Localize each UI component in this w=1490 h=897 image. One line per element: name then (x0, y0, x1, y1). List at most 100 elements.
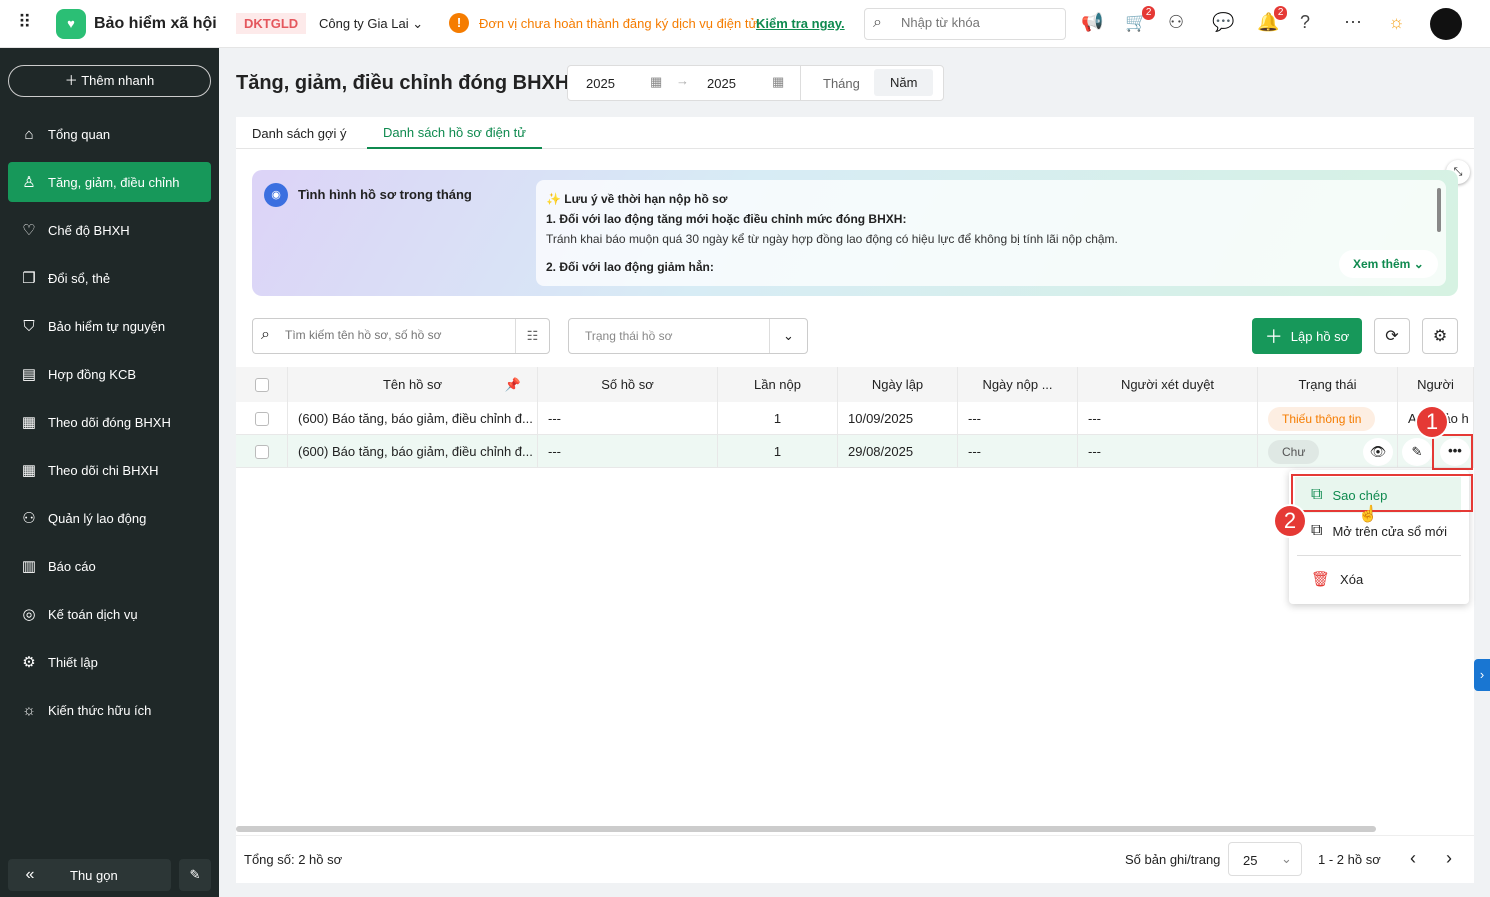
period-year-toggle[interactable]: Năm (874, 69, 934, 96)
prev-page-icon[interactable]: ‹ (1410, 848, 1416, 869)
year-from[interactable]: 2025 (586, 76, 615, 91)
arrow-right-icon: → (676, 73, 689, 88)
row-select-cell (236, 402, 288, 435)
edit-icon[interactable]: ✎ (179, 859, 211, 891)
quick-add-label: Thêm nhanh (81, 73, 155, 88)
create-record-button[interactable]: ＋ Lập hồ sơ (1252, 318, 1362, 354)
notification-badge: 2 (1273, 6, 1288, 20)
table-cell: --- (538, 435, 718, 468)
tab-suggested-list[interactable]: Danh sách gợi ý (252, 126, 347, 141)
sidebar-item-label: Quản lý lao động (48, 510, 147, 526)
see-more-label: Xem thêm (1353, 257, 1411, 271)
sidebar-item-label: Theo dõi chi BHXH (48, 462, 159, 478)
menu-item-open-new-window[interactable]: ⧉ Mở trên cửa sổ mới (1295, 513, 1461, 549)
sidebar-item[interactable]: ⛉ Bảo hiểm tự nguyện (8, 306, 211, 346)
next-page-icon[interactable]: › (1446, 848, 1452, 869)
company-selector[interactable]: Công ty Gia Lai ⌄ (319, 16, 423, 32)
column-header-label: Ngày lập (871, 377, 924, 392)
refresh-icon[interactable]: ⟳ (1374, 318, 1410, 354)
add-user-icon[interactable]: ⚇ (1168, 12, 1184, 33)
column-header[interactable]: Người (1398, 367, 1474, 402)
notice-heading: Lưu ý về thời hạn nộp hồ sơ (564, 192, 728, 206)
column-header[interactable]: Người xét duyệt (1078, 367, 1258, 402)
sidebar-item[interactable]: ⚇ Quản lý lao động (8, 498, 211, 538)
sidebar-item-label: Tổng quan (48, 126, 111, 142)
column-header[interactable]: Số hồ sơ (538, 367, 718, 402)
table-cell: --- (538, 402, 718, 435)
expand-right-icon[interactable]: › (1474, 659, 1490, 691)
per-page-select[interactable]: 25 ⌄ (1228, 842, 1302, 876)
sidebar-item-icon: ◎ (22, 606, 36, 623)
sidebar-item-icon: ▦ (21, 414, 37, 431)
help-icon[interactable]: ? (1300, 12, 1310, 33)
date-range-picker[interactable]: 2025 ▦ → 2025 ▦ Tháng Năm (567, 65, 944, 101)
sparkle-icon: ✨ (546, 192, 565, 206)
sidebar-item-icon: ▦ (21, 462, 37, 479)
table-cell: (600) Báo tăng, báo giảm, điều chỉnh đ..… (288, 402, 538, 435)
year-to[interactable]: 2025 (707, 76, 736, 91)
see-more-button[interactable]: Xem thêm ⌄ (1339, 250, 1438, 278)
status-badge: Chư (1268, 439, 1320, 464)
period-month-toggle[interactable]: Tháng (823, 76, 860, 91)
table-cell: 1 (718, 435, 838, 468)
table-cell: (600) Báo tăng, báo giảm, điều chỉnh đ..… (288, 435, 538, 468)
sidebar-item[interactable]: ▥ Báo cáo (8, 546, 211, 586)
external-link-icon: ⧉ (1311, 522, 1323, 539)
per-page-label: Số bản ghi/trang (1125, 852, 1221, 867)
status-select[interactable]: Trạng thái hồ sơ ⌄ (568, 318, 808, 354)
sidebar-item[interactable]: ⌂ Tổng quan (8, 114, 211, 154)
pencil-icon[interactable]: ✎ (1402, 438, 1432, 466)
row-checkbox[interactable] (254, 411, 269, 426)
column-header[interactable]: Lần nộp (718, 367, 838, 402)
check-now-link[interactable]: Kiểm tra ngay. (756, 16, 845, 31)
collapse-button[interactable]: « Thu gọn (8, 859, 171, 891)
search-input[interactable] (901, 15, 1051, 30)
horizontal-scrollbar[interactable] (236, 826, 1376, 832)
delete-label: Xóa (1340, 571, 1364, 587)
sidebar-item[interactable]: ▦ Theo dõi đóng BHXH (8, 402, 211, 442)
column-header[interactable]: Tên hồ sơ 📌 (288, 367, 538, 402)
tab-electronic-records[interactable]: Danh sách hồ sơ điện tử (367, 117, 542, 149)
settings-icon[interactable]: ⚙ (1422, 318, 1458, 354)
sidebar-item-icon: ▤ (21, 366, 37, 383)
record-search-input[interactable] (285, 328, 505, 342)
chat-icon[interactable]: 💬 (1212, 12, 1234, 33)
cell-created: 10/09/2025 (848, 411, 914, 426)
row-checkbox[interactable] (254, 444, 269, 459)
highlight-box (1291, 474, 1473, 512)
column-header[interactable]: Ngày lập (838, 367, 958, 402)
cart-icon[interactable]: 🛒 2 (1125, 6, 1156, 33)
idea-icon[interactable]: ☼ (1388, 12, 1405, 33)
sidebar-item[interactable]: ⚙ Thiết lập (8, 642, 211, 682)
sidebar-item[interactable]: ▦ Theo dõi chi BHXH (8, 450, 211, 490)
sidebar-item[interactable]: ♙ Tăng, giảm, điều chỉnh (8, 162, 211, 202)
more-icon[interactable]: ⋯ (1344, 12, 1362, 33)
apps-grid-icon[interactable]: ⠿ (18, 12, 31, 33)
quick-add-button[interactable]: ＋ Thêm nhanh (8, 65, 211, 97)
column-header-label: Người (1417, 377, 1454, 392)
column-header[interactable]: Ngày nộp ... (958, 367, 1078, 402)
bell-icon[interactable]: 🔔 2 (1257, 6, 1288, 33)
sidebar-item[interactable]: ▤ Hợp đồng KCB (8, 354, 211, 394)
company-code: DKTGLD (236, 13, 307, 34)
view-icon[interactable]: 👁 (1363, 438, 1393, 466)
select-all-checkbox[interactable] (254, 377, 269, 392)
filter-settings-icon[interactable]: ☷ (515, 319, 549, 353)
notice-panel: ◉ Tình hình hồ sơ trong tháng ✨ Lưu ý về… (252, 170, 1458, 296)
avatar[interactable] (1430, 8, 1462, 40)
pin-icon[interactable]: 📌 (505, 377, 521, 393)
menu-item-delete[interactable]: 🗑 Xóa (1295, 561, 1461, 597)
sidebar-item[interactable]: ❐ Đổi sổ, thẻ (8, 258, 211, 298)
record-search-box[interactable]: ⌕ ☷ (252, 318, 550, 354)
sidebar-item[interactable]: ◎ Kế toán dịch vụ (8, 594, 211, 634)
megaphone-icon[interactable]: 📢 (1081, 12, 1103, 33)
scrollbar[interactable] (1437, 188, 1441, 232)
search-box[interactable]: ⌕ (864, 8, 1066, 40)
column-header[interactable]: Trạng thái (1258, 367, 1398, 402)
sidebar-item[interactable]: ☼ Kiến thức hữu ích (8, 690, 211, 730)
plus-icon: ＋ (64, 73, 82, 88)
sidebar-item[interactable]: ♡ Chế độ BHXH (8, 210, 211, 250)
row-select-cell (236, 435, 288, 468)
table-cell: 1 (718, 402, 838, 435)
sidebar-item-icon: ♙ (22, 174, 36, 191)
